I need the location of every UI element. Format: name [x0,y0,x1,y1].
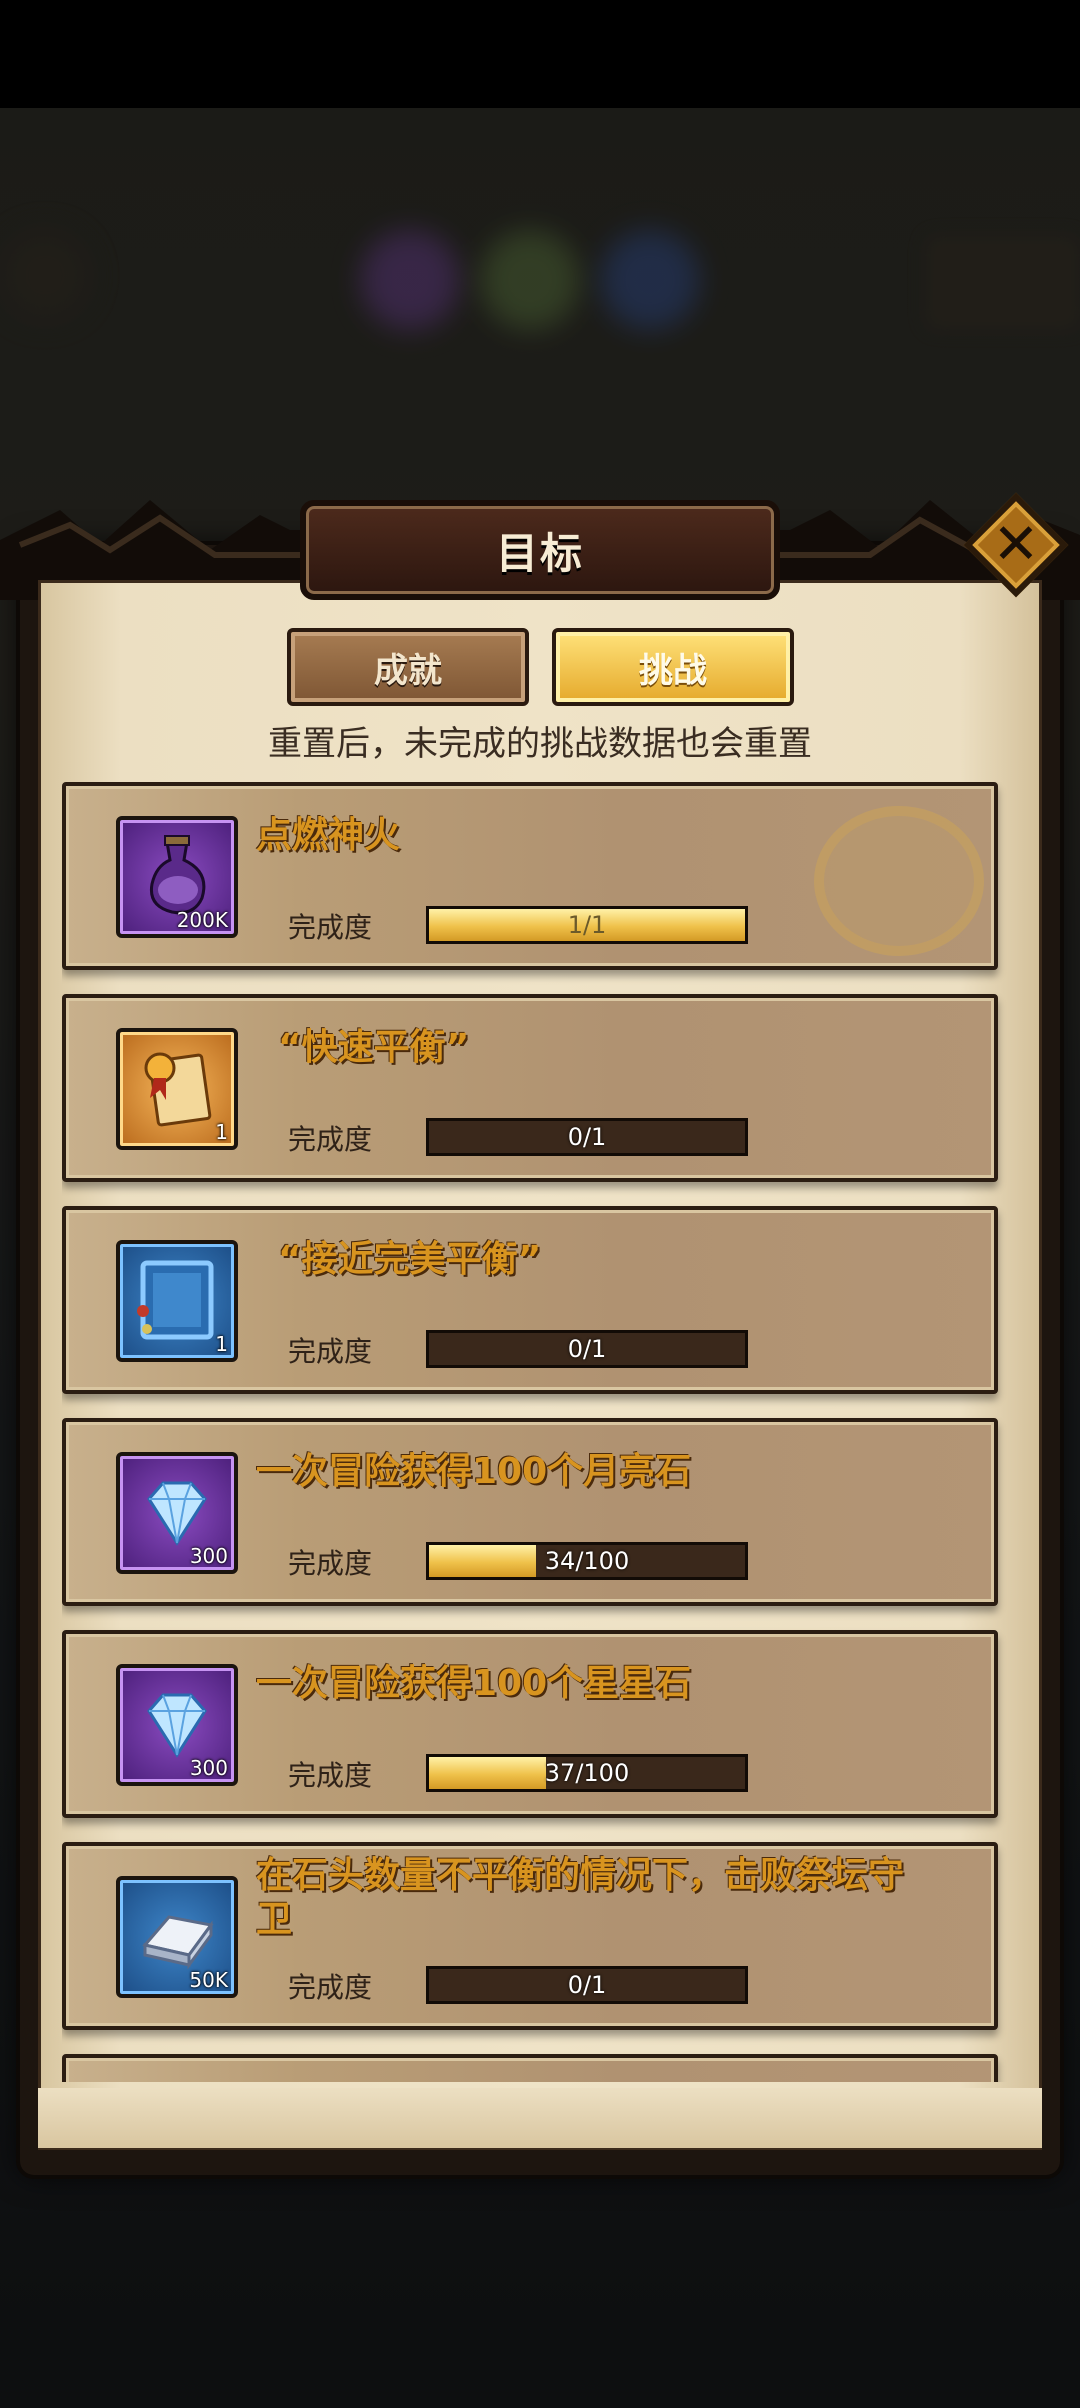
challenge-title: 在石头数量不平衡的情况下，击败祭坛守卫 [256,1855,905,1940]
reward-count: 1 [215,1332,228,1356]
progress-bar: 0/1 [426,1330,748,1368]
reward-count: 300 [189,1756,228,1780]
progress-text: 34/100 [544,1547,630,1575]
reward-icon[interactable]: 1 [116,1028,238,1150]
reward-count: 50K [189,1968,228,1992]
close-button[interactable]: ✕ [963,492,1069,598]
challenge-card: 1 “快速平衡” 完成度 0/1 [62,994,998,1182]
progress-bar: 37/100 [426,1754,748,1792]
reward-icon[interactable]: 300 [116,1664,238,1786]
progress-label: 完成度 [288,911,373,944]
progress-bar: 0/1 [426,1966,748,2004]
challenge-title: 点燃神火 [256,815,401,856]
status-bar [0,0,1080,108]
challenge-title: “接近完美平衡” [278,1239,542,1280]
challenge-title: 一次冒险获得100个星星石 [256,1663,692,1704]
reward-icon[interactable]: 1 [116,1240,238,1362]
dialog-bottom-edge [38,2088,1042,2148]
tab-challenges[interactable]: 挑战 [552,628,794,706]
frame-icon [137,1260,214,1340]
challenge-list[interactable]: 200K 点燃神火 完成度 1/1 1 “快速平衡” 完成度 0/1 1 “接近… [62,782,1018,2082]
reward-icon[interactable]: 200K [116,816,238,938]
reset-notice: 重置后，未完成的挑战数据也会重置 [268,724,812,764]
progress-label: 完成度 [288,1123,373,1156]
progress-label: 完成度 [288,1547,373,1580]
dialog-title: 目标 [495,528,584,578]
progress-bar: 0/1 [426,1118,748,1156]
dialog-title-plate: 目标 [300,500,780,600]
challenge-title: “快速平衡” [278,1027,470,1068]
progress-text: 0/1 [567,1335,607,1363]
progress-text: 0/1 [567,1971,607,1999]
progress-bar: 1/1 [426,906,748,944]
reward-count: 200K [176,908,228,932]
challenge-card: 1 “接近完美平衡” 完成度 0/1 [62,1206,998,1394]
tab-achievements[interactable]: 成就 [287,628,529,706]
challenge-card: 200K 点燃神火 完成度 1/1 [62,782,998,970]
scroll-badge-icon [144,1052,212,1127]
progress-label: 完成度 [288,1335,373,1368]
reward-icon[interactable]: 300 [116,1452,238,1574]
close-x-icon: ✕ [992,512,1040,577]
challenge-card: 300 一次冒险获得100个月亮石 完成度 34/100 [62,1418,998,1606]
reward-icon[interactable]: 50K [116,1876,238,1998]
progress-text: 0/1 [567,1123,607,1151]
challenge-card: 50K 在石头数量不平衡的情况下，击败祭坛守卫 完成度 0/1 [62,1842,998,2030]
progress-label: 完成度 [288,1759,373,1792]
progress-text: 1/1 [567,911,607,939]
challenge-card-partial [62,2054,998,2082]
progress-bar: 34/100 [426,1542,748,1580]
reward-count: 1 [215,1120,228,1144]
progress-label: 完成度 [288,1971,373,2004]
challenge-title: 一次冒险获得100个月亮石 [256,1451,692,1492]
challenge-card: 300 一次冒险获得100个星星石 完成度 37/100 [62,1630,998,1818]
reward-count: 300 [189,1544,228,1568]
progress-text: 37/100 [544,1759,630,1787]
